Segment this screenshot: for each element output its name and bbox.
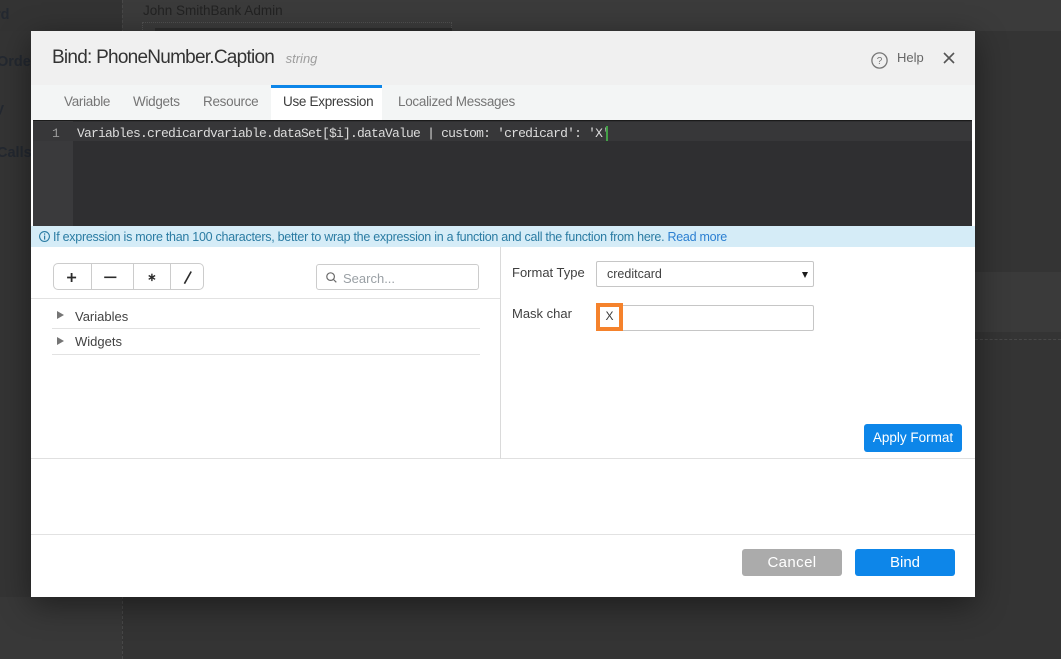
- svg-text:?: ?: [877, 56, 883, 67]
